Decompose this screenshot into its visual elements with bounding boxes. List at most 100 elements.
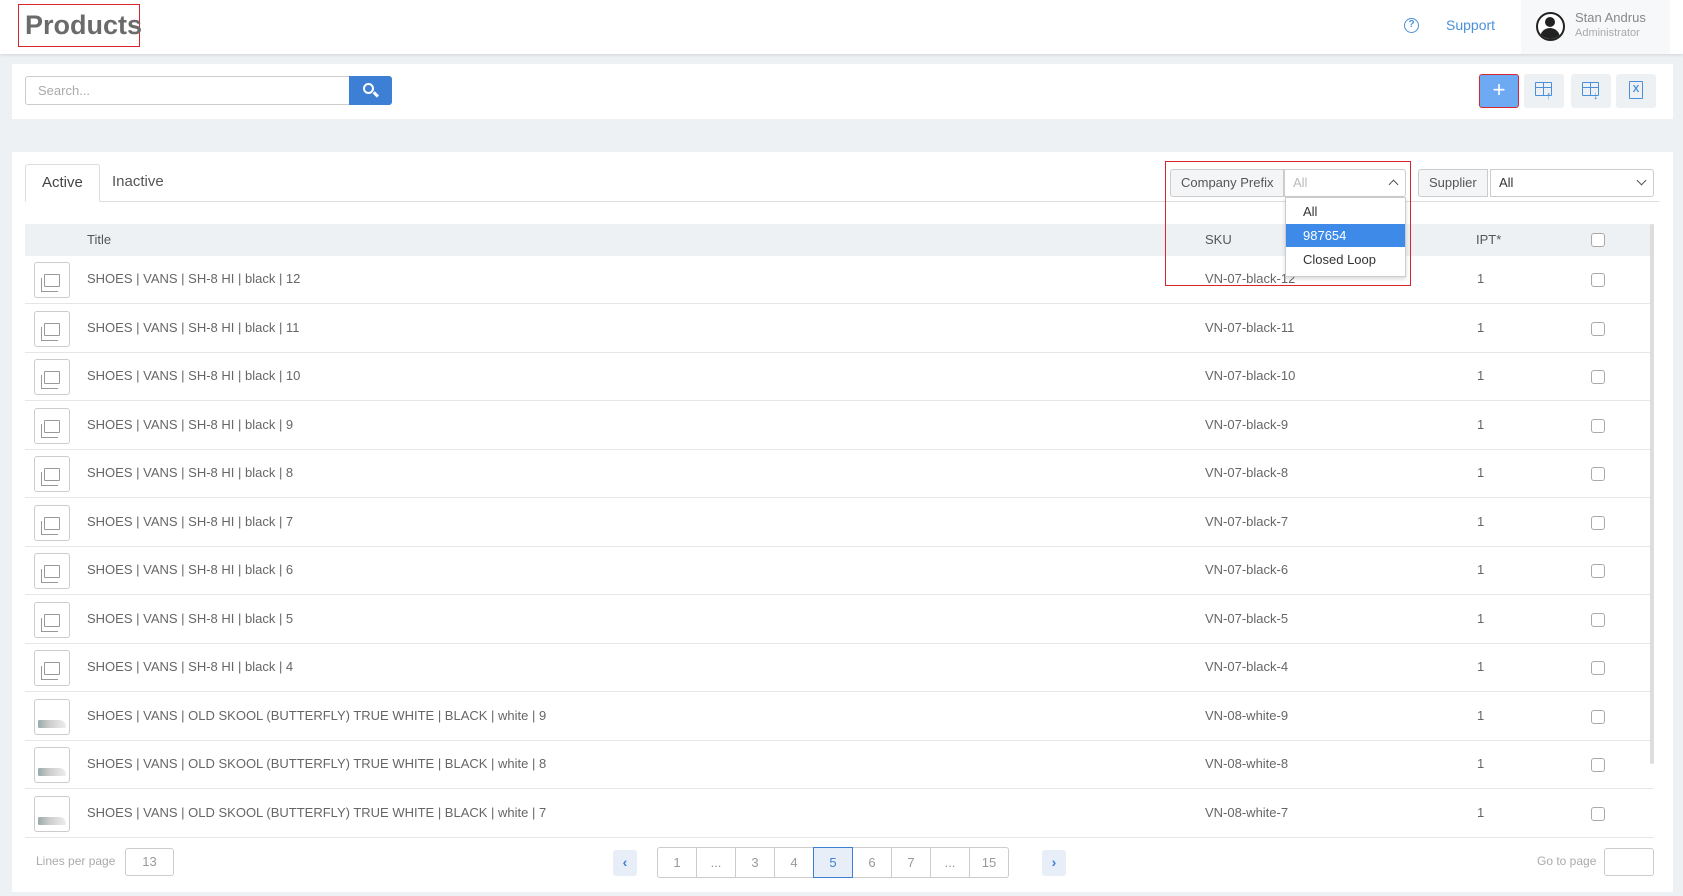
product-thumbnail[interactable] — [34, 553, 70, 589]
image-placeholder-icon — [41, 274, 60, 292]
help-icon[interactable]: ? — [1404, 18, 1419, 33]
table-row[interactable]: SHOES | VANS | OLD SKOOL (BUTTERFLY) TRU… — [25, 693, 1654, 741]
go-to-page-input[interactable] — [1604, 848, 1654, 876]
product-thumbnail[interactable] — [34, 456, 70, 492]
row-checkbox[interactable] — [1591, 709, 1605, 724]
excel-export-button[interactable]: X — [1616, 74, 1656, 108]
image-placeholder-icon — [41, 371, 60, 389]
row-checkbox[interactable] — [1591, 515, 1605, 530]
shoe-thumbnail — [38, 816, 66, 825]
table-row[interactable]: SHOES | VANS | SH-8 HI | black | 6 VN-07-… — [25, 547, 1654, 595]
product-title: SHOES | VANS | OLD SKOOL (BUTTERFLY) TRU… — [87, 756, 547, 771]
table-row[interactable]: SHOES | VANS | SH-8 HI | black | 11 VN-07… — [25, 305, 1654, 353]
image-placeholder-icon — [41, 322, 60, 341]
product-title: SHOES | VANS | OLD SKOOL (BUTTERFLY) TRU… — [87, 804, 547, 820]
company-prefix-dropdown: All 987654 Closed Loop — [1285, 197, 1406, 277]
product-thumbnail[interactable] — [34, 601, 70, 638]
product-sku: VN-08-white-7 — [1205, 804, 1289, 820]
product-thumbnail[interactable] — [34, 747, 70, 783]
avatar-icon — [1536, 12, 1565, 41]
product-ipt: 1 — [1477, 271, 1485, 286]
product-ipt: 1 — [1477, 756, 1485, 771]
product-title: SHOES | VANS | SH-8 HI | black | 12 — [87, 271, 301, 286]
option-all[interactable]: All — [1286, 200, 1405, 223]
product-thumbnail[interactable] — [34, 310, 70, 347]
product-sku: VN-07-black-10 — [1205, 368, 1296, 383]
page-button[interactable]: 3 — [735, 847, 775, 878]
user-name: Stan Andrus — [1575, 10, 1646, 25]
table-row[interactable]: SHOES | VANS | SH-8 HI | black | 5 VN-07-… — [25, 596, 1654, 644]
option-987654[interactable]: 987654 — [1286, 224, 1405, 247]
product-title: SHOES | VANS | SH-8 HI | black | 8 — [87, 465, 294, 480]
option-closed-loop[interactable]: Closed Loop — [1286, 248, 1405, 271]
row-checkbox[interactable] — [1591, 321, 1605, 336]
lines-per-page-input[interactable]: 13 — [125, 848, 174, 876]
row-checkbox[interactable] — [1591, 758, 1605, 772]
tab-inactive[interactable]: Inactive — [96, 164, 180, 202]
row-checkbox[interactable] — [1591, 370, 1605, 384]
excel-icon: X — [1629, 81, 1643, 99]
product-title: SHOES | VANS | OLD SKOOL (BUTTERFLY) TRU… — [87, 707, 547, 723]
select-all-checkbox[interactable] — [1591, 233, 1605, 247]
row-checkbox[interactable] — [1591, 273, 1605, 287]
image-placeholder-icon — [41, 662, 60, 680]
next-page-button[interactable]: › — [1042, 850, 1066, 876]
product-sku: VN-07-black-11 — [1205, 319, 1295, 335]
user-menu[interactable]: Stan Andrus Administrator — [1521, 0, 1670, 54]
product-thumbnail[interactable] — [34, 795, 70, 832]
product-thumbnail[interactable] — [34, 650, 70, 686]
page-ellipsis: ... — [696, 847, 736, 878]
product-sku: VN-07-black-9 — [1205, 416, 1289, 432]
product-title: SHOES | VANS | SH-8 HI | black | 7 — [87, 513, 294, 529]
image-placeholder-icon — [41, 516, 60, 535]
product-thumbnail[interactable] — [34, 359, 70, 395]
supplier-label: Supplier — [1418, 169, 1488, 197]
product-thumbnail[interactable] — [34, 504, 70, 541]
tab-active[interactable]: Active — [25, 164, 100, 202]
support-link[interactable]: Support — [1446, 17, 1495, 33]
product-thumbnail[interactable] — [34, 407, 70, 444]
table-row[interactable]: SHOES | VANS | SH-8 HI | black | 9 VN-07-… — [25, 402, 1654, 450]
row-checkbox[interactable] — [1591, 418, 1605, 433]
pagination: 1... 3 4 5 6 7... 15 — [657, 847, 1009, 878]
row-checkbox[interactable] — [1591, 467, 1605, 481]
table-row[interactable]: SHOES | VANS | SH-8 HI | black | 10 VN-07… — [25, 353, 1654, 401]
import-button[interactable]: ↓ — [1571, 74, 1611, 108]
product-ipt: 1 — [1477, 319, 1485, 335]
shoe-thumbnail — [38, 719, 66, 728]
scrollbar[interactable] — [1650, 224, 1654, 764]
product-ipt: 1 — [1477, 610, 1485, 626]
table-row[interactable]: SHOES | VANS | SH-8 HI | black | 4 VN-07-… — [25, 644, 1654, 692]
product-title: SHOES | VANS | SH-8 HI | black | 6 — [87, 562, 294, 577]
table-row[interactable]: SHOES | VANS | SH-8 HI | black | 8 VN-07-… — [25, 450, 1654, 498]
table-row[interactable]: SHOES | VANS | SH-8 HI | black | 7 VN-07-… — [25, 499, 1654, 547]
table-row[interactable]: SHOES | VANS | OLD SKOOL (BUTTERFLY) TRU… — [25, 790, 1654, 838]
add-product-button[interactable]: + — [1479, 74, 1519, 108]
go-to-page-label: Go to page — [1537, 854, 1597, 868]
prev-page-button[interactable]: ‹ — [613, 850, 637, 876]
product-ipt: 1 — [1477, 416, 1485, 432]
product-ipt: 1 — [1477, 465, 1485, 480]
page-button[interactable]: 6 — [852, 847, 892, 878]
row-checkbox[interactable] — [1591, 612, 1605, 627]
page-button[interactable]: 7 — [891, 847, 931, 878]
product-ipt: 1 — [1477, 804, 1485, 820]
page-button[interactable]: 5 — [813, 847, 853, 878]
product-title: SHOES | VANS | SH-8 HI | black | 10 — [87, 368, 301, 383]
page-button[interactable]: 1 — [657, 847, 697, 878]
page-button[interactable]: 4 — [774, 847, 814, 878]
product-thumbnail[interactable] — [34, 698, 70, 735]
search-button[interactable] — [349, 76, 392, 105]
supplier-select[interactable]: All — [1490, 169, 1654, 197]
image-placeholder-icon — [41, 468, 60, 486]
image-placeholder-icon — [41, 613, 60, 632]
search-input[interactable] — [25, 76, 350, 105]
product-thumbnail[interactable] — [34, 262, 70, 298]
export-button[interactable]: ↑ — [1524, 74, 1564, 108]
row-checkbox[interactable] — [1591, 806, 1605, 821]
row-checkbox[interactable] — [1591, 661, 1605, 675]
image-placeholder-icon — [41, 419, 60, 438]
page-button[interactable]: 15 — [969, 847, 1009, 878]
table-row[interactable]: SHOES | VANS | OLD SKOOL (BUTTERFLY) TRU… — [25, 741, 1654, 789]
row-checkbox[interactable] — [1591, 564, 1605, 578]
